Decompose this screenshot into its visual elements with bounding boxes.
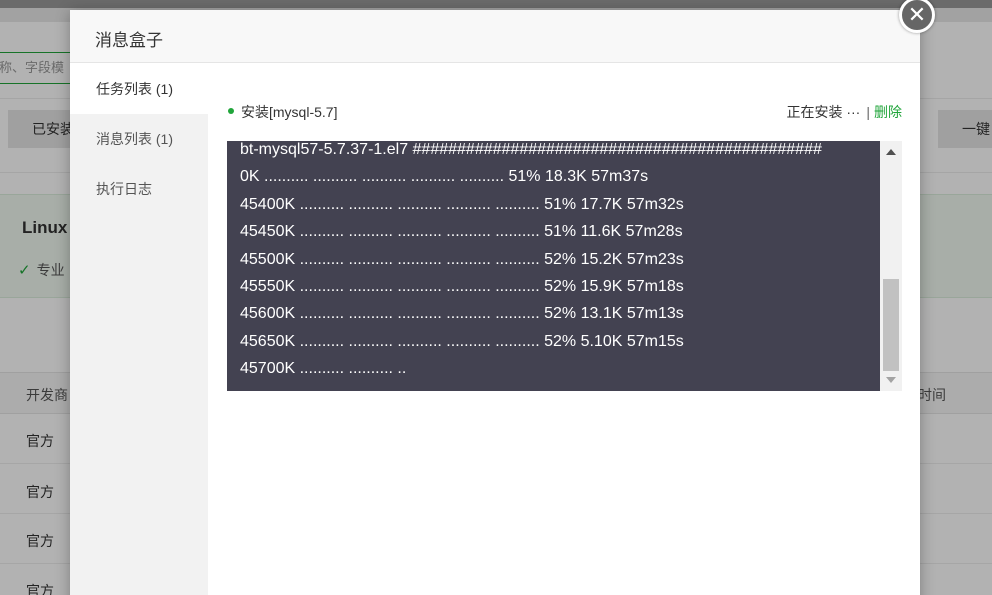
task-name: 安装[mysql-5.7] xyxy=(241,104,338,120)
delete-link[interactable]: 删除 xyxy=(874,104,902,120)
scroll-up-arrow-icon[interactable] xyxy=(886,149,896,155)
sidebar-item-execution-log[interactable]: 执行日志 xyxy=(70,164,208,214)
log-line: 45700K .......... .......... .. xyxy=(240,360,407,378)
log-line: 45650K .......... .......... .......... … xyxy=(240,332,684,350)
log-line: 45600K .......... .......... .......... … xyxy=(240,305,684,323)
log-line: 45500K .......... .......... .......... … xyxy=(240,250,684,268)
status-dot-icon xyxy=(228,108,234,114)
log-line: 45550K .......... .......... .......... … xyxy=(240,277,684,295)
dialog-title: 消息盒子 xyxy=(95,31,163,50)
install-log[interactable]: bt-mysql57-5.7.37-1.el7 ################… xyxy=(227,141,902,391)
sidebar-item-message-list[interactable]: 消息列表 (1) xyxy=(70,114,208,164)
separator: | xyxy=(866,104,870,120)
log-scrollbar[interactable] xyxy=(880,141,902,391)
scroll-down-arrow-icon[interactable] xyxy=(886,377,896,383)
task-actions: 正在安装 ··· | 删除 xyxy=(786,102,902,122)
log-content: bt-mysql57-5.7.37-1.el7 ################… xyxy=(240,141,880,383)
dialog-sidebar: 任务列表 (1) 消息列表 (1) 执行日志 xyxy=(70,64,208,595)
scroll-thumb[interactable] xyxy=(883,279,899,371)
log-line: bt-mysql57-5.7.37-1.el7 ################… xyxy=(240,141,822,158)
message-box-dialog: 消息盒子 任务列表 (1) 消息列表 (1) 执行日志 安装[mysql-5.7… xyxy=(70,10,920,595)
close-icon: ✕ xyxy=(907,2,927,27)
log-line: 45400K .......... .......... .......... … xyxy=(240,195,684,213)
task-status: 正在安装 ··· xyxy=(786,104,861,120)
log-line: 45450K .......... .......... .......... … xyxy=(240,223,683,241)
dialog-header: 消息盒子 xyxy=(70,10,920,63)
sidebar-item-task-list[interactable]: 任务列表 (1) xyxy=(70,64,208,114)
log-line: 0K .......... .......... .......... ....… xyxy=(240,168,649,186)
task-item: 安装[mysql-5.7] 正在安装 ··· | 删除 xyxy=(228,100,902,122)
